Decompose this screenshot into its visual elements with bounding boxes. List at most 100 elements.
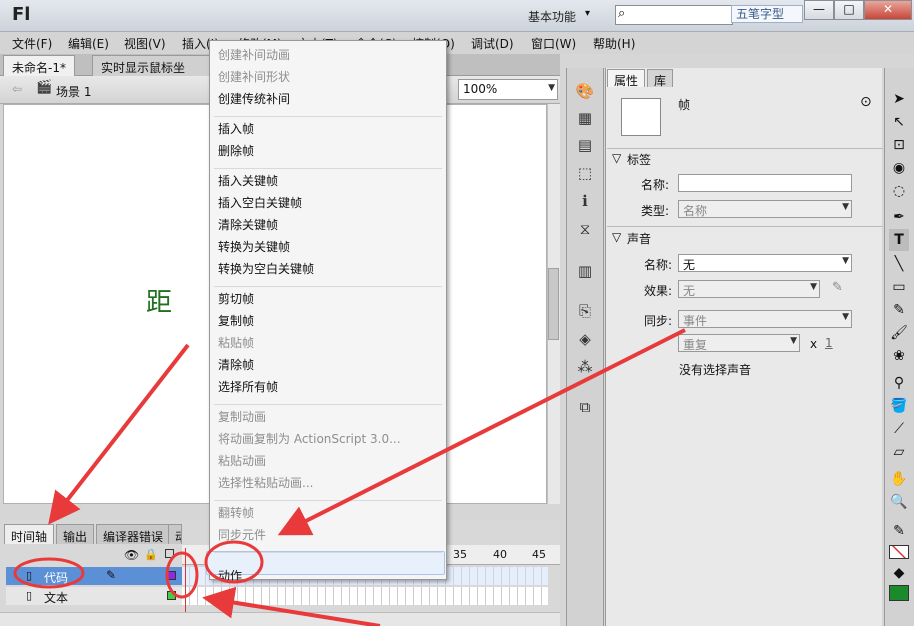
outline-color-swatch[interactable] — [167, 571, 176, 580]
tab-timeline[interactable]: 时间轴 — [4, 524, 55, 544]
eye-icon[interactable]: 👁 — [124, 548, 139, 562]
color-palette-icon[interactable]: 🎨 — [574, 80, 596, 102]
context-menu-item[interactable]: 清除关键帧 — [218, 216, 278, 233]
menu-separator — [214, 500, 442, 501]
components-icon[interactable]: ▥ — [574, 260, 596, 282]
context-menu-item[interactable]: 选择所有帧 — [218, 378, 278, 395]
label-type-select[interactable]: 名称 ▼ — [678, 200, 852, 218]
zoom-select[interactable]: 100% ▼ — [458, 79, 558, 100]
close-button[interactable]: ✕ — [864, 0, 912, 20]
paint-bucket-tool-icon[interactable]: 🪣 — [889, 395, 909, 417]
text-tool-icon[interactable]: T — [889, 229, 909, 251]
tab-compiler-errors[interactable]: 编译器错误 — [96, 524, 171, 544]
effect-select[interactable]: 无 ▼ — [678, 280, 820, 298]
brush-tool-icon[interactable]: 🖌 — [889, 322, 909, 344]
selection-tool-icon[interactable]: ➤ — [889, 88, 909, 110]
stroke-color-icon[interactable]: ✎ — [889, 520, 909, 542]
context-menu-item[interactable]: 剪切帧 — [218, 290, 254, 307]
context-menu-item[interactable]: 创建传统补间 — [218, 90, 290, 107]
3d-rotation-tool-icon[interactable]: ◉ — [889, 157, 909, 179]
tab-more[interactable]: 动 — [168, 524, 182, 544]
sync-select[interactable]: 事件 ▼ — [678, 310, 852, 328]
outline-color-swatch[interactable] — [167, 591, 176, 600]
chevron-down-icon[interactable]: ▽ — [612, 151, 621, 165]
layer-row[interactable] — [6, 587, 182, 605]
bone-tool-icon[interactable]: ⚲ — [889, 372, 909, 394]
clapperboard-icon: 🎬 — [36, 80, 53, 95]
pencil-tool-icon[interactable]: ✎ — [889, 299, 909, 321]
motion-presets-icon[interactable]: ⁂ — [574, 356, 596, 378]
history-icon[interactable]: ⧖ — [574, 218, 596, 240]
lock-icon[interactable]: 🔒 — [144, 548, 158, 561]
section-sound[interactable]: 声音 — [627, 230, 651, 247]
chevron-down-icon[interactable]: ▽ — [612, 230, 621, 244]
context-menu-item[interactable]: 插入空白关键帧 — [218, 194, 302, 211]
sound-name-select[interactable]: 无 ▼ — [678, 254, 852, 272]
fill-color-icon[interactable]: ◆ — [889, 562, 909, 584]
help-icon[interactable]: ⊙ — [860, 94, 872, 110]
tab-output[interactable]: 输出 — [56, 524, 95, 544]
context-menu-item[interactable]: 转换为关键帧 — [218, 238, 290, 255]
workspace-switcher[interactable]: 基本功能 — [528, 8, 576, 25]
menu-window[interactable]: 窗口(W) — [531, 35, 576, 52]
search-icon: ⌕ — [618, 6, 626, 21]
outline-icon[interactable] — [165, 549, 174, 558]
layer-name[interactable]: 文本 — [44, 589, 68, 606]
info-icon[interactable]: ℹ — [574, 190, 596, 212]
zoom-tool-icon[interactable]: 🔍 — [889, 491, 909, 513]
context-menu-item[interactable]: 转换为空白关键帧 — [218, 260, 314, 277]
chevron-down-icon[interactable]: ▼ — [548, 83, 555, 93]
subselection-tool-icon[interactable]: ↖ — [889, 111, 909, 133]
context-menu-item[interactable]: 插入帧 — [218, 120, 254, 137]
free-transform-tool-icon[interactable]: ⊡ — [889, 134, 909, 156]
repeat-select[interactable]: 重复 ▼ — [678, 334, 800, 352]
menu-debug[interactable]: 调试(D) — [471, 35, 514, 52]
tab-document-2[interactable]: 实时显示鼠标坐 — [92, 55, 210, 76]
swatches-icon[interactable]: ▦ — [574, 107, 596, 129]
transform-icon[interactable]: ⬚ — [574, 162, 596, 184]
context-menu-item[interactable]: 插入关键帧 — [218, 172, 278, 189]
search-input[interactable] — [615, 5, 733, 25]
tab-properties[interactable]: 属性 — [607, 69, 646, 88]
lasso-tool-icon[interactable]: ◌ — [889, 180, 909, 202]
line-tool-icon[interactable]: ╲ — [889, 253, 909, 275]
fill-swatch[interactable] — [889, 585, 909, 601]
tab-document-1[interactable]: 未命名-1* — [3, 55, 75, 76]
tab-library[interactable]: 库 — [647, 69, 674, 88]
eyedropper-tool-icon[interactable]: ⟋ — [889, 418, 909, 440]
frame-row[interactable] — [182, 587, 548, 605]
scrollbar-thumb[interactable] — [548, 268, 559, 340]
menu-file[interactable]: 文件(F) — [12, 35, 52, 52]
align-icon[interactable]: ▤ — [574, 134, 596, 156]
code-snippets-icon[interactable]: ⎘ — [574, 300, 596, 322]
context-menu-item[interactable]: 删除帧 — [218, 142, 254, 159]
rectangle-tool-icon[interactable]: ▭ — [889, 276, 909, 298]
hand-tool-icon[interactable]: ✋ — [889, 468, 909, 490]
section-label[interactable]: 标签 — [627, 151, 651, 168]
menu-edit[interactable]: 编辑(E) — [68, 35, 109, 52]
scene-label[interactable]: 场景 1 — [56, 83, 91, 100]
menu-help[interactable]: 帮助(H) — [593, 35, 635, 52]
stroke-swatch[interactable] — [889, 545, 909, 559]
frame-name-input[interactable] — [678, 174, 852, 192]
pencil-icon[interactable]: ✎ — [832, 280, 843, 295]
context-menu-item[interactable]: 动作 — [218, 567, 242, 584]
layer-row-selected[interactable] — [6, 567, 182, 585]
scene-panel-icon[interactable]: ⧉ — [574, 396, 596, 418]
ime-indicator[interactable]: 五笔字型 — [731, 5, 803, 23]
back-arrow-icon[interactable]: ⇦ — [12, 82, 22, 96]
deco-tool-icon[interactable]: ❀ — [889, 345, 909, 367]
menu-view[interactable]: 视图(V) — [124, 35, 166, 52]
repeat-count[interactable]: 1 — [825, 336, 833, 350]
movie-explorer-icon[interactable]: ◈ — [574, 328, 596, 350]
layer-name[interactable]: 代码 — [44, 569, 68, 586]
context-menu-item[interactable]: 清除帧 — [218, 356, 254, 373]
chevron-down-icon[interactable]: ▾ — [585, 8, 590, 19]
stage-text[interactable]: 距 — [146, 282, 172, 319]
pen-tool-icon[interactable]: ✒ — [889, 206, 909, 228]
eraser-tool-icon[interactable]: ▱ — [889, 441, 909, 463]
maximize-button[interactable]: □ — [834, 0, 864, 20]
context-menu-item[interactable]: 复制帧 — [218, 312, 254, 329]
minimize-button[interactable]: — — [804, 0, 834, 20]
timeline-scrollbar[interactable] — [0, 612, 560, 626]
